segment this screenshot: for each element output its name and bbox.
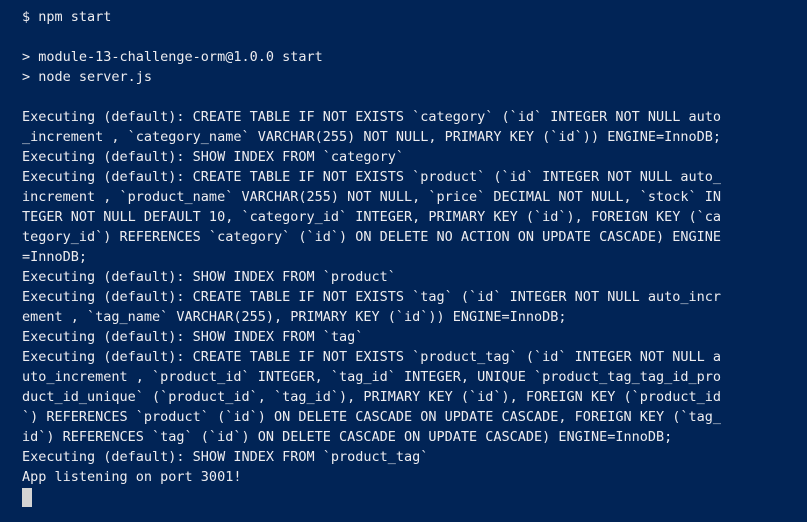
output-line: _increment , `category_name` VARCHAR(255… (22, 129, 721, 145)
output-line: increment , `product_name` VARCHAR(255) … (22, 189, 721, 205)
output-line: Executing (default): SHOW INDEX FROM `pr… (22, 449, 429, 465)
output-line: Executing (default): CREATE TABLE IF NOT… (22, 109, 721, 125)
output-line: =InnoDB; (22, 249, 88, 265)
output-line: Executing (default): CREATE TABLE IF NOT… (22, 289, 721, 305)
server-listening-line: App listening on port 3001! (22, 469, 242, 485)
output-line: Executing (default): SHOW INDEX FROM `ta… (22, 329, 364, 345)
npm-banner-line: > node server.js (22, 69, 153, 85)
npm-banner-line: > module-13-challenge-orm@1.0.0 start (22, 49, 323, 65)
output-line: tegory_id`) REFERENCES `category` (`id`)… (22, 229, 721, 245)
command-prompt-line: $ npm start (22, 9, 112, 25)
output-line: `) REFERENCES `product` (`id`) ON DELETE… (22, 409, 721, 425)
output-line: TEGER NOT NULL DEFAULT 10, `category_id`… (22, 209, 721, 225)
output-line: Executing (default): CREATE TABLE IF NOT… (22, 349, 721, 365)
text-cursor (22, 488, 32, 507)
terminal-window[interactable]: $ npm start > module-13-challenge-orm@1.… (0, 0, 807, 522)
output-line: id`) REFERENCES `tag` (`id`) ON DELETE C… (22, 429, 673, 445)
input-line[interactable] (22, 487, 807, 507)
output-line: Executing (default): SHOW INDEX FROM `pr… (22, 269, 396, 285)
output-line: uto_increment , `product_id` INTEGER, `t… (22, 369, 721, 385)
output-line: Executing (default): SHOW INDEX FROM `ca… (22, 149, 405, 165)
output-line: Executing (default): CREATE TABLE IF NOT… (22, 169, 721, 185)
output-line: ement , `tag_name` VARCHAR(255), PRIMARY… (22, 309, 567, 325)
output-line: duct_id_unique` (`product_id`, `tag_id`)… (22, 389, 721, 405)
